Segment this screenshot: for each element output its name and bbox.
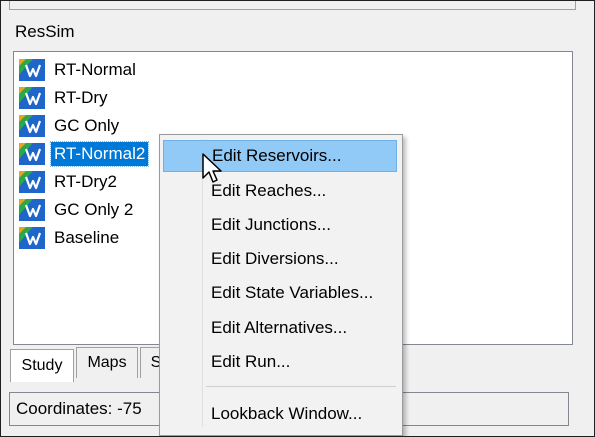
menu-item-label: Edit Run...	[211, 352, 291, 371]
menu-item-label: Edit Diversions...	[211, 249, 339, 268]
ressim-window: ResSim RT-Normal RT-Dry GC Only RT-Norma…	[0, 0, 595, 437]
tree-item-label: RT-Dry	[54, 88, 108, 107]
menu-item-edit-diversions[interactable]: Edit Diversions...	[163, 243, 397, 275]
top-panel-border	[9, 1, 576, 10]
tree-item-label: RT-Dry2	[54, 172, 117, 191]
context-menu: Edit Reservoirs... Edit Reaches... Edit …	[159, 134, 403, 436]
menu-item-edit-alternatives[interactable]: Edit Alternatives...	[163, 312, 397, 344]
menu-item-edit-junctions[interactable]: Edit Junctions...	[163, 209, 397, 241]
menu-item-edit-reservoirs[interactable]: Edit Reservoirs...	[163, 140, 397, 172]
menu-item-label: Edit Reaches...	[211, 181, 327, 200]
menu-item-edit-reaches[interactable]: Edit Reaches...	[163, 175, 397, 207]
alternative-icon	[18, 57, 46, 83]
tree-item-label: RT-Normal	[54, 60, 136, 79]
menu-item-label: Edit State Variables...	[211, 283, 374, 302]
tab-study[interactable]: Study	[10, 349, 74, 382]
panel-title: ResSim	[15, 22, 75, 41]
alternative-icon	[18, 225, 46, 251]
tree-item-rt-dry2[interactable]: RT-Dry2	[18, 169, 120, 195]
alternative-icon	[18, 141, 46, 167]
mouse-pointer-icon	[202, 153, 222, 183]
coordinates-readout: Coordinates: -75	[16, 399, 142, 418]
tree-item-label: RT-Normal2	[49, 141, 150, 167]
menu-item-label: Edit Alternatives...	[211, 318, 348, 337]
menu-separator	[206, 386, 396, 387]
tree-item-rt-normal2[interactable]: RT-Normal2	[18, 141, 150, 167]
menu-item-label: Edit Reservoirs...	[212, 146, 342, 165]
tree-item-label: GC Only	[54, 116, 120, 135]
alternative-icon	[18, 85, 46, 111]
tab-label: Study	[21, 357, 63, 374]
tree-item-rt-normal[interactable]: RT-Normal	[18, 57, 139, 83]
menu-item-edit-state-variables[interactable]: Edit State Variables...	[163, 277, 397, 309]
tab-maps[interactable]: Maps	[76, 347, 138, 378]
window-right-edge	[580, 1, 594, 436]
menu-item-label: Edit Junctions...	[211, 215, 332, 234]
alternative-icon	[18, 169, 46, 195]
tree-item-baseline[interactable]: Baseline	[18, 225, 122, 251]
alternative-icon	[18, 197, 46, 223]
tree-item-gc-only[interactable]: GC Only	[18, 113, 122, 139]
tree-item-label: Baseline	[54, 228, 120, 247]
tree-item-rt-dry[interactable]: RT-Dry	[18, 85, 111, 111]
alternative-icon	[18, 113, 46, 139]
menu-item-label: Lookback Window...	[211, 404, 363, 423]
menu-item-edit-run[interactable]: Edit Run...	[163, 346, 397, 378]
tab-label: Maps	[87, 354, 127, 371]
tree-item-gc-only-2[interactable]: GC Only 2	[18, 197, 136, 223]
menu-item-lookback-window[interactable]: Lookback Window...	[163, 398, 397, 430]
tree-item-label: GC Only 2	[54, 200, 134, 219]
top-panel-edge	[1, 1, 594, 10]
